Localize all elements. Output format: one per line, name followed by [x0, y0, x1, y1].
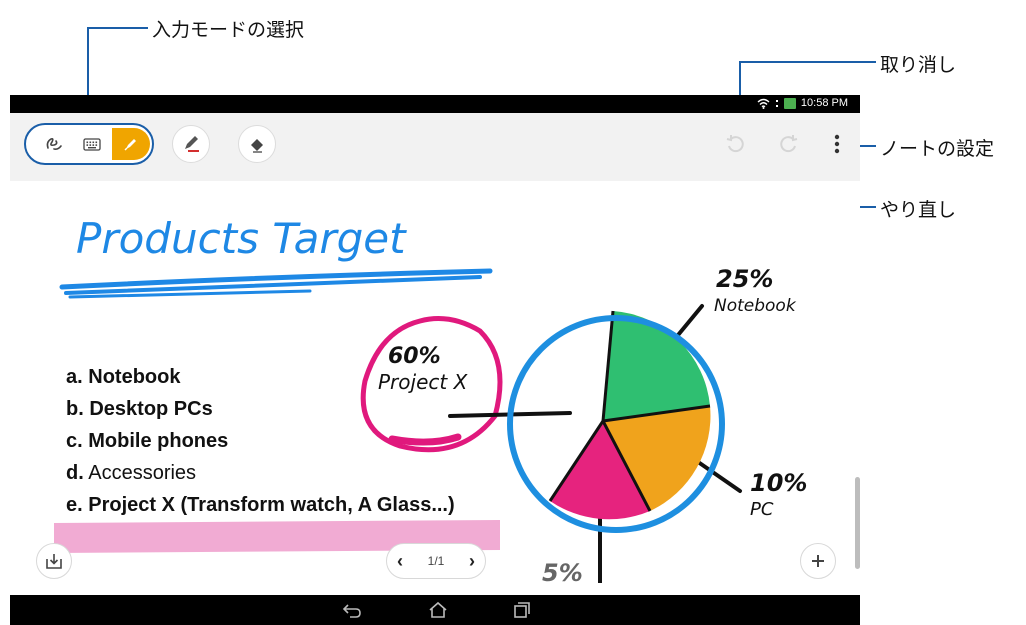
plus-icon [812, 555, 824, 567]
next-page-button[interactable]: › [469, 551, 475, 572]
status-time: 10:58 PM [800, 97, 848, 109]
label-pc-pct: 10% [750, 469, 807, 497]
import-button[interactable] [36, 543, 72, 579]
list-item: d. Accessories [66, 462, 197, 484]
pen-color-icon [185, 136, 199, 152]
battery-charging-icon [783, 97, 796, 109]
list-item: c. Mobile phones [66, 430, 229, 452]
label-pc-name: PC [750, 499, 774, 520]
redo-icon [780, 135, 798, 153]
input-mode-selector [24, 123, 154, 165]
label-notebook-pct: 25% [716, 265, 773, 293]
list-item: a. Notebook [66, 366, 181, 388]
callout-redo: やり直し [880, 199, 957, 221]
pen-settings-button[interactable] [172, 125, 210, 163]
home-icon [429, 601, 447, 618]
recent-apps-button[interactable] [510, 599, 534, 621]
label-other-pct: 5% [542, 559, 583, 583]
tablet-screen: 10:58 PM Products Target 60% Project X 2… [10, 95, 860, 625]
signal-icon [775, 99, 778, 107]
import-icon [46, 554, 62, 569]
keyboard-icon [83, 137, 101, 151]
status-indicators: 10:58 PM [757, 97, 848, 109]
redo-button[interactable] [774, 129, 804, 159]
home-button[interactable] [426, 599, 450, 621]
pen-icon [124, 139, 136, 151]
pie-chart [507, 310, 725, 533]
handwriting-mode-button[interactable] [40, 130, 68, 158]
callout-input-mode: 入力モードの選択 [152, 19, 305, 41]
more-vert-icon [834, 134, 840, 154]
undo-icon [726, 135, 744, 153]
prev-page-button[interactable]: ‹ [397, 551, 403, 572]
note-settings-button[interactable] [822, 129, 852, 159]
eraser-button[interactable] [238, 125, 276, 163]
note-canvas[interactable]: Products Target 60% Project X 25% Notebo… [10, 181, 860, 583]
note-toolbar [10, 113, 860, 181]
handwriting-icon [46, 138, 62, 150]
list-item: b. Desktop PCs [66, 398, 213, 420]
eraser-icon [251, 139, 263, 153]
label-notebook-name: Notebook [714, 296, 797, 316]
add-page-button[interactable] [800, 543, 836, 579]
back-button[interactable] [340, 599, 364, 621]
callout-undo: 取り消し [880, 54, 957, 76]
title-underline [59, 268, 493, 299]
keyboard-mode-button[interactable] [78, 130, 106, 158]
wifi-icon [757, 98, 770, 109]
page-navigator: ‹ 1/1 › [386, 543, 486, 579]
callout-note-settings: ノートの設定 [880, 138, 995, 160]
handwritten-title: Products Target [76, 214, 407, 263]
vertical-scrollbar[interactable] [855, 477, 860, 569]
recent-apps-icon [514, 602, 530, 618]
system-nav-bar [10, 595, 860, 625]
back-icon [342, 604, 361, 618]
product-list: a. Notebook b. Desktop PCs c. Mobile pho… [66, 361, 455, 521]
list-item: e. Project X (Transform watch, A Glass..… [66, 494, 455, 516]
status-bar: 10:58 PM [10, 95, 860, 113]
pen-mode-button[interactable] [112, 128, 150, 160]
page-indicator: 1/1 [427, 554, 445, 568]
undo-button[interactable] [720, 129, 750, 159]
